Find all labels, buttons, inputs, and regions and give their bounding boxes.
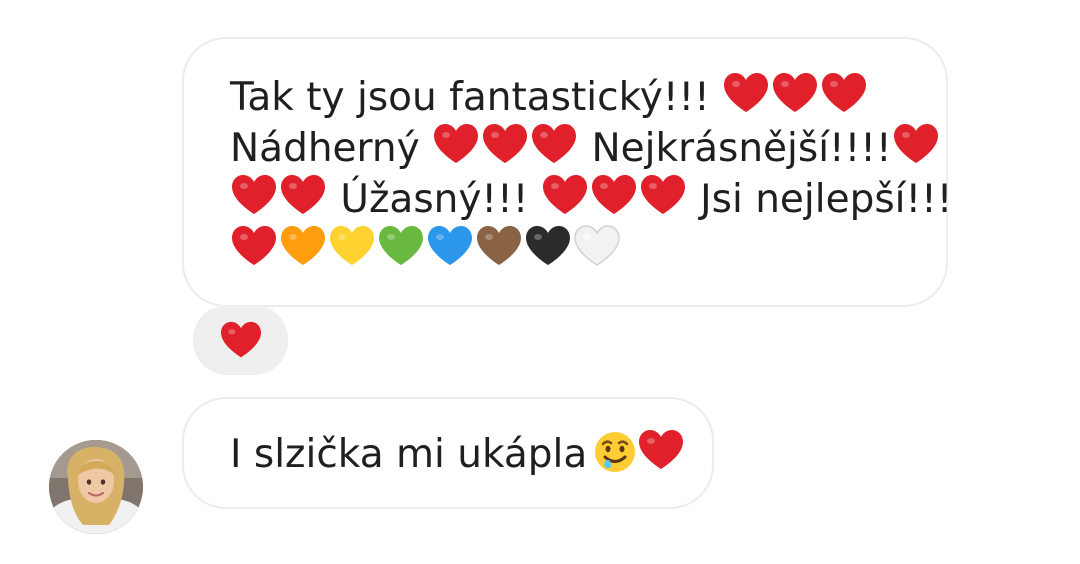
message-line-text: Nádherný xyxy=(230,126,420,171)
red-heart-icon xyxy=(590,173,638,217)
blue-heart-icon xyxy=(426,224,474,268)
message-line-3: Úžasný!!! Jsi nejlepší!!! xyxy=(230,173,952,224)
message-text: Tak ty jsou fantastický!!! Nádherný Nejk… xyxy=(230,71,952,275)
red-heart-icon xyxy=(722,71,770,115)
white-heart-icon xyxy=(573,224,621,268)
red-heart-icon xyxy=(530,122,578,166)
red-heart-icon xyxy=(820,71,868,115)
message-line-text: Úžasný!!! xyxy=(328,177,529,222)
heart-group xyxy=(432,122,579,166)
orange-heart-icon xyxy=(279,224,327,268)
message-reaction[interactable] xyxy=(193,305,288,375)
red-heart-icon xyxy=(230,224,278,268)
message-line-1: Tak ty jsou fantastický!!! xyxy=(230,71,952,122)
red-heart-icon xyxy=(541,173,589,217)
heart-group xyxy=(722,71,869,115)
heart-group xyxy=(892,122,941,166)
message-line-2: Nádherný Nejkrásnější!!!! xyxy=(230,122,952,173)
message-line-4 xyxy=(230,224,952,275)
black-heart-icon xyxy=(524,224,572,268)
red-heart-icon xyxy=(481,122,529,166)
heart-group xyxy=(230,224,622,268)
message-text: I slzička mi ukápla xyxy=(230,428,686,480)
message-line-text: Nejkrásnější!!!! xyxy=(591,126,892,171)
message-line-text: Tak ty jsou fantastický!!! xyxy=(230,75,710,120)
message-line-text: Jsi nejlepší!!! xyxy=(687,177,953,222)
yellow-heart-icon xyxy=(328,224,376,268)
red-heart-icon xyxy=(892,122,940,166)
red-heart-icon xyxy=(230,173,278,217)
message-line-text: I slzička mi ukápla xyxy=(230,432,588,477)
avatar[interactable] xyxy=(49,440,143,534)
heart-group xyxy=(637,428,686,472)
red-heart-icon xyxy=(432,122,480,166)
heart-group xyxy=(541,173,688,217)
red-heart-icon xyxy=(771,71,819,115)
smiling-face-with-tear-icon xyxy=(593,430,637,474)
heart-reaction-icon xyxy=(219,320,263,360)
red-heart-icon xyxy=(639,173,687,217)
message-bubble[interactable]: I slzička mi ukápla xyxy=(182,397,714,509)
message-bubble[interactable]: Tak ty jsou fantastický!!! Nádherný Nejk… xyxy=(182,37,952,307)
green-heart-icon xyxy=(377,224,425,268)
heart-group xyxy=(230,173,328,217)
red-heart-icon xyxy=(637,428,685,472)
brown-heart-icon xyxy=(475,224,523,268)
red-heart-icon xyxy=(279,173,327,217)
